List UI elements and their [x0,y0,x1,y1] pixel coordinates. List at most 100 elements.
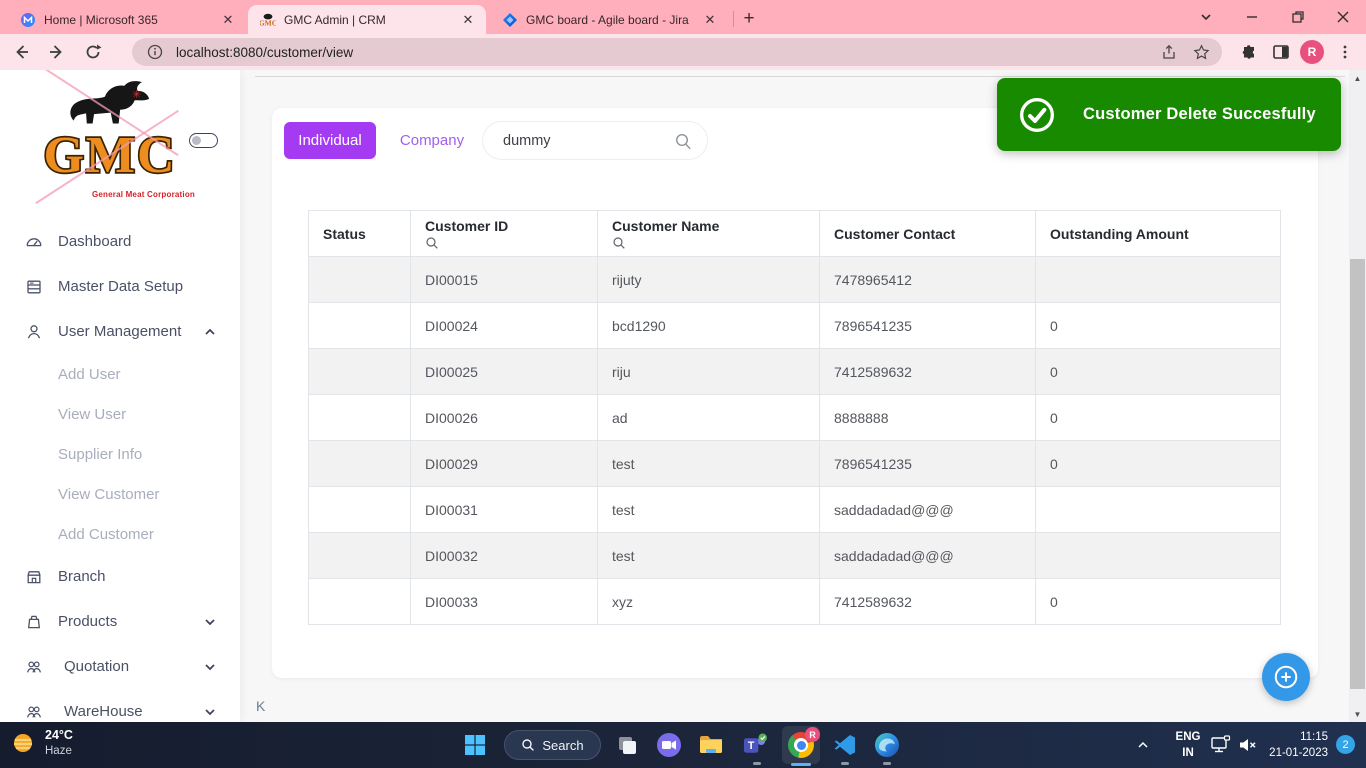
network-icon[interactable] [1210,735,1232,755]
restore-button[interactable] [1275,0,1321,34]
table-row[interactable]: DI00024 bcd1290 7896541235 0 [308,302,1281,349]
browser-menu-icon[interactable] [1332,39,1358,65]
tab-close-icon[interactable]: ✕ [220,12,236,28]
sidebar-item-view-customer[interactable]: View Customer [0,474,240,514]
browser-toolbar: localhost:8080/customer/view R [0,34,1366,70]
address-bar[interactable]: localhost:8080/customer/view [132,38,1222,66]
sidebar-item-user-management[interactable]: User Management [0,309,240,354]
sidebar-item-quotation[interactable]: Quotation [0,644,240,689]
page-viewport: ✳ GMC General Meat Corporation Dashboard… [0,70,1366,722]
chevron-down-icon [202,704,218,720]
add-customer-fab[interactable] [1262,653,1310,701]
table-row[interactable]: DI00033 xyz 7412589632 0 [308,578,1281,625]
taskbar-clock[interactable]: 11:15 21-01-2023 [1262,729,1328,761]
url-text[interactable]: localhost:8080/customer/view [176,45,1158,60]
task-view-button[interactable] [614,732,640,758]
cell-outstanding [1035,486,1281,533]
sidebar-item-supplier-info[interactable]: Supplier Info [0,434,240,474]
customer-card: Individual Company StatusCustomer IDCust… [272,108,1318,678]
teams-icon[interactable]: T [742,732,768,758]
close-window-button[interactable] [1320,0,1366,34]
bookmark-star-icon[interactable] [1190,41,1212,63]
cell-outstanding: 0 [1035,578,1281,625]
search-icon[interactable] [674,132,693,151]
volume-muted-icon[interactable] [1238,736,1258,754]
quotation-icon [24,657,44,677]
company-tab-button[interactable]: Company [388,122,476,159]
cell-status [308,394,411,441]
sidebar-item-branch[interactable]: Branch [0,554,240,599]
tab-close-icon[interactable]: ✕ [702,12,718,28]
cell-contact: saddadadad@@@ [819,532,1036,579]
sidebar-item-label: Add User [58,365,121,383]
forward-button[interactable] [42,37,72,67]
table-row[interactable]: DI00031 test saddadadad@@@ [308,486,1281,533]
browser-tab[interactable]: Home | Microsoft 365 ✕ [8,5,246,34]
cell-id: DI00024 [410,302,598,349]
taskbar-weather-widget[interactable]: 24°C Haze [10,727,73,759]
cell-id: DI00032 [410,532,598,579]
search-icon [522,739,535,751]
browser-tab[interactable]: GMC board - Agile board - Jira ✕ [490,5,728,34]
individual-tab-button[interactable]: Individual [284,122,376,159]
browser-tab-bar: Home | Microsoft 365 ✕ GMC GMC Admin | CRM ✕… [0,0,1366,34]
back-button[interactable] [6,37,36,67]
page-scrollbar[interactable]: ▲ ▼ [1349,70,1366,722]
sidebar-item-warehouse[interactable]: WareHouse [0,689,240,722]
edge-icon[interactable] [874,732,900,758]
video-app-icon[interactable] [656,732,682,758]
scroll-down-arrow[interactable]: ▼ [1349,706,1366,722]
table-row[interactable]: DI00029 test 7896541235 0 [308,440,1281,487]
chevron-up-icon [202,324,218,340]
cell-status [308,302,411,349]
reload-button[interactable] [78,37,108,67]
tab-search-chevron-icon[interactable] [1183,0,1229,34]
site-info-icon[interactable] [144,41,166,63]
taskbar-search[interactable]: Search [504,730,601,760]
sidebar-item-add-user[interactable]: Add User [0,354,240,394]
sidebar-item-label: Dashboard [58,233,132,250]
browser-tab-active[interactable]: GMC GMC Admin | CRM ✕ [248,5,486,34]
column-search-icon[interactable] [612,236,819,250]
sidebar-item-label: User Management [58,323,182,340]
tab-title: GMC Admin | CRM [284,12,386,27]
cell-status [308,440,411,487]
sidebar: ✳ GMC General Meat Corporation Dashboard… [0,70,240,722]
start-button[interactable] [462,732,488,758]
table-row[interactable]: DI00032 test saddadadad@@@ [308,532,1281,579]
share-icon[interactable] [1158,41,1180,63]
chrome-taskbar-button[interactable]: R [782,726,820,764]
sidebar-item-products[interactable]: Products [0,599,240,644]
language-indicator[interactable]: ENG IN [1170,729,1206,761]
tab-close-icon[interactable]: ✕ [460,12,476,28]
new-tab-button[interactable]: + [738,8,760,30]
column-header-customer-name: Customer Name [597,210,820,257]
notification-badge[interactable]: 2 [1336,735,1355,754]
success-toast[interactable]: Customer Delete Succesfully [997,78,1341,151]
sidebar-item-dashboard[interactable]: Dashboard [0,219,240,264]
column-header-customer-contact: Customer Contact [819,210,1036,257]
clock-time: 11:15 [1300,731,1328,743]
minimize-button[interactable] [1229,0,1275,34]
file-explorer-icon[interactable] [698,732,724,758]
table-row[interactable]: DI00015 rijuty 7478965412 [308,256,1281,303]
table-row[interactable]: DI00025 riju 7412589632 0 [308,348,1281,395]
products-icon [24,612,44,632]
chrome-profile-badge: R [805,727,820,742]
customer-search-input[interactable] [503,122,663,159]
scrollbar-thumb[interactable] [1350,259,1365,689]
sidebar-item-view-user[interactable]: View User [0,394,240,434]
sidebar-item-master-data-setup[interactable]: Master Data Setup [0,264,240,309]
sidebar-item-add-customer[interactable]: Add Customer [0,514,240,554]
column-search-icon[interactable] [425,236,597,250]
cell-outstanding: 0 [1035,394,1281,441]
vscode-icon[interactable] [832,732,858,758]
scroll-up-arrow[interactable]: ▲ [1349,70,1366,86]
sidebar-collapse-toggle[interactable] [189,133,218,148]
table-row[interactable]: DI00026 ad 8888888 0 [308,394,1281,441]
profile-avatar[interactable]: R [1300,40,1324,64]
tray-chevron-up-icon[interactable] [1136,738,1150,752]
extensions-icon[interactable] [1236,39,1262,65]
cell-outstanding [1035,532,1281,579]
side-panel-icon[interactable] [1268,39,1294,65]
